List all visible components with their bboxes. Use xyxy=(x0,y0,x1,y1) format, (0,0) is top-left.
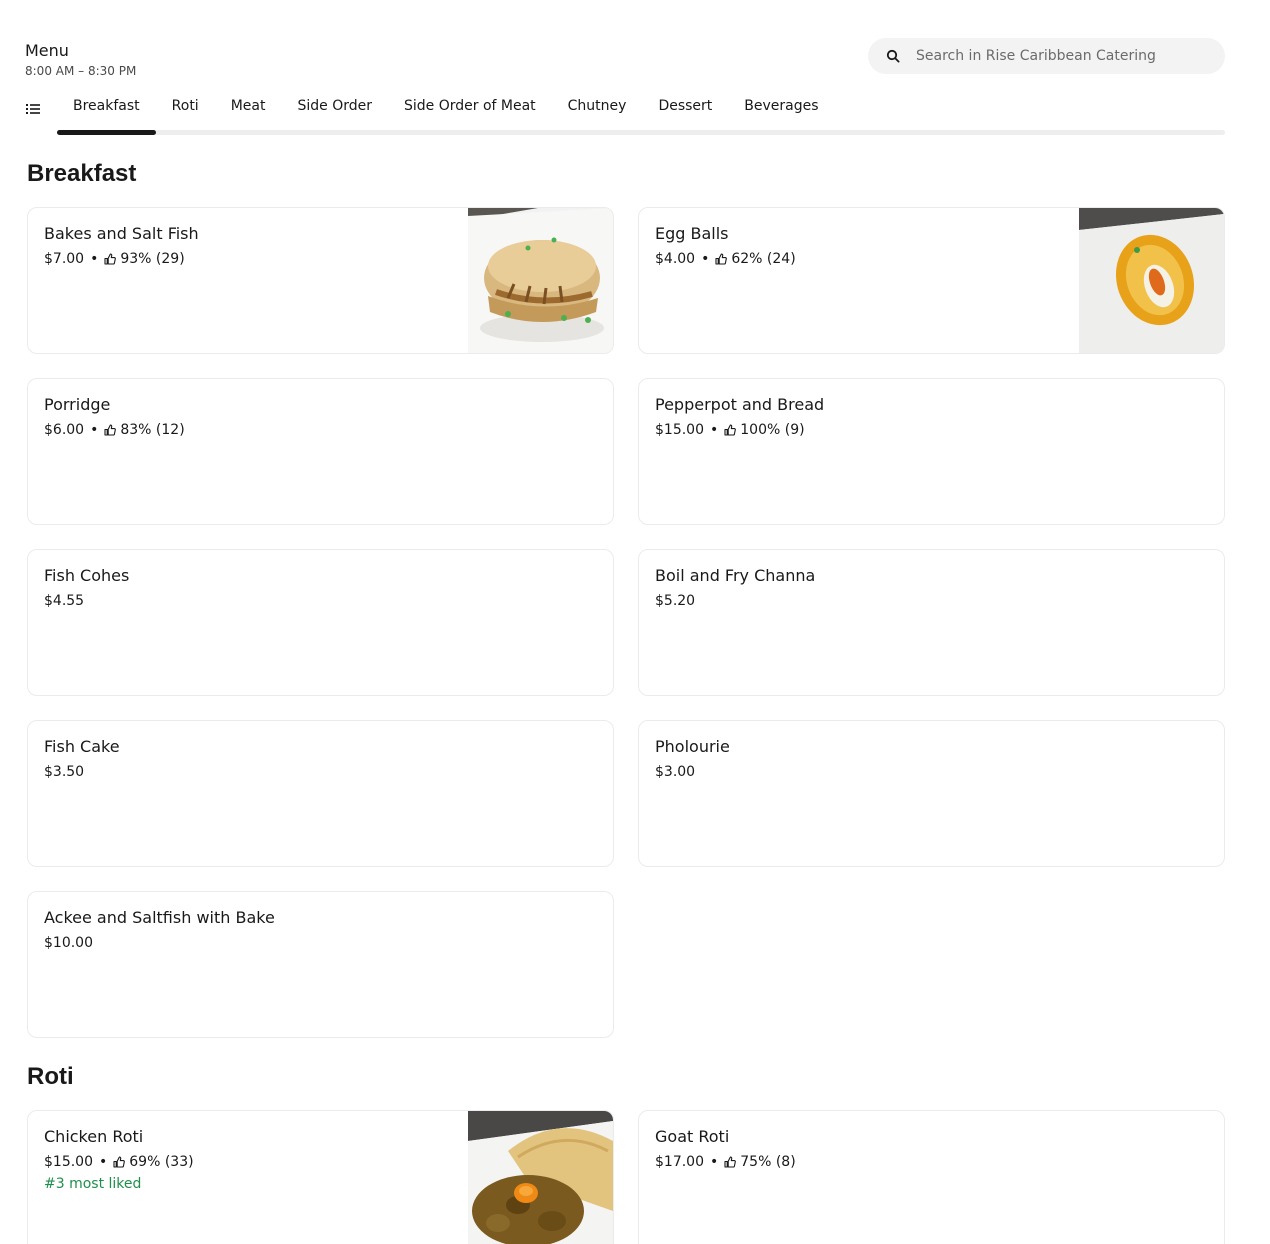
item-photo-egg-balls xyxy=(1079,208,1224,353)
search-bar[interactable] xyxy=(868,38,1225,74)
menu-header: Menu 8:00 AM – 8:30 PM xyxy=(25,40,136,78)
tab-roti[interactable]: Roti xyxy=(156,90,215,135)
menu-item-card[interactable]: Goat Roti $17.00 • 75% (8) xyxy=(638,1110,1225,1244)
item-meta: $10.00 xyxy=(44,935,93,951)
tab-side-order[interactable]: Side Order xyxy=(281,90,388,135)
thumbs-up-icon xyxy=(724,1156,737,1168)
item-name: Pepperpot and Bread xyxy=(655,395,825,414)
item-meta: $7.00 • 93% (29) xyxy=(44,251,185,267)
menu-item-card[interactable]: Boil and Fry Channa $5.20 xyxy=(638,549,1225,696)
search-icon xyxy=(886,49,900,63)
meta-separator: • xyxy=(90,422,99,438)
item-name: Pholourie xyxy=(655,737,730,756)
tab-breakfast[interactable]: Breakfast xyxy=(57,90,156,135)
most-liked-badge: #3 most liked xyxy=(44,1176,142,1192)
item-price: $7.00 xyxy=(44,251,85,267)
item-price: $4.55 xyxy=(44,593,85,609)
item-rating: 100% (9) xyxy=(740,422,805,438)
item-meta: $17.00 • 75% (8) xyxy=(655,1154,796,1170)
item-price: $15.00 xyxy=(655,422,704,438)
item-meta: $4.55 xyxy=(44,593,84,609)
item-name: Porridge xyxy=(44,395,111,414)
item-name: Goat Roti xyxy=(655,1127,730,1146)
item-name: Bakes and Salt Fish xyxy=(44,224,199,243)
tab-dessert[interactable]: Dessert xyxy=(642,90,728,135)
item-name: Chicken Roti xyxy=(44,1127,144,1146)
item-name: Fish Cake xyxy=(44,737,120,756)
item-price: $17.00 xyxy=(655,1154,704,1170)
item-price: $3.00 xyxy=(655,764,696,780)
menu-hours: 8:00 AM – 8:30 PM xyxy=(25,64,137,78)
category-tabbar: Breakfast Roti Meat Side Order Side Orde… xyxy=(25,90,1225,135)
thumbs-up-icon xyxy=(715,253,728,265)
menu-item-card[interactable]: Bakes and Salt Fish $7.00 • 93% (29) xyxy=(27,207,614,354)
menu-item-card[interactable]: Fish Cohes $4.55 xyxy=(27,549,614,696)
category-tabs: Breakfast Roti Meat Side Order Side Orde… xyxy=(57,90,835,135)
item-price: $6.00 xyxy=(44,422,85,438)
item-price: $3.50 xyxy=(44,764,85,780)
item-name: Ackee and Saltfish with Bake xyxy=(44,908,275,927)
meta-separator: • xyxy=(99,1154,108,1170)
tab-meat[interactable]: Meat xyxy=(215,90,282,135)
menu-item-card[interactable]: Porridge $6.00 • 83% (12) xyxy=(27,378,614,525)
tab-side-order-of-meat[interactable]: Side Order of Meat xyxy=(388,90,552,135)
item-rating: 75% (8) xyxy=(740,1154,796,1170)
item-photo-chicken-roti xyxy=(468,1111,613,1244)
item-meta: $5.20 xyxy=(655,593,695,609)
item-meta: $3.00 xyxy=(655,764,695,780)
item-price: $4.00 xyxy=(655,251,696,267)
search-input[interactable] xyxy=(916,48,1206,64)
thumbs-up-icon xyxy=(104,253,117,265)
menu-item-card[interactable]: Pepperpot and Bread $15.00 • 100% (9) xyxy=(638,378,1225,525)
menu-item-card[interactable]: Egg Balls $4.00 • 62% (24) xyxy=(638,207,1225,354)
menu-item-card[interactable]: Chicken Roti $15.00 • 69% (33) #3 most l… xyxy=(27,1110,614,1244)
item-name: Boil and Fry Channa xyxy=(655,566,816,585)
item-meta: $15.00 • 69% (33) xyxy=(44,1154,194,1170)
tab-beverages[interactable]: Beverages xyxy=(728,90,834,135)
menu-item-card[interactable]: Fish Cake $3.50 xyxy=(27,720,614,867)
thumbs-up-icon xyxy=(113,1156,126,1168)
meta-separator: • xyxy=(710,422,719,438)
item-name: Egg Balls xyxy=(655,224,729,243)
item-rating: 69% (33) xyxy=(129,1154,194,1170)
thumbs-up-icon xyxy=(724,424,737,436)
meta-separator: • xyxy=(710,1154,719,1170)
section-title-roti: Roti xyxy=(27,1063,74,1090)
item-rating: 83% (12) xyxy=(120,422,185,438)
item-meta: $4.00 • 62% (24) xyxy=(655,251,796,267)
item-rating: 62% (24) xyxy=(731,251,796,267)
item-photo-bakes-and-salt-fish xyxy=(468,208,613,353)
item-meta: $6.00 • 83% (12) xyxy=(44,422,185,438)
meta-separator: • xyxy=(90,251,99,267)
menu-item-card[interactable]: Ackee and Saltfish with Bake $10.00 xyxy=(27,891,614,1038)
section-title-breakfast: Breakfast xyxy=(27,160,137,187)
list-icon[interactable] xyxy=(25,101,41,117)
item-meta: $15.00 • 100% (9) xyxy=(655,422,805,438)
item-price: $15.00 xyxy=(44,1154,93,1170)
thumbs-up-icon xyxy=(104,424,117,436)
item-rating: 93% (29) xyxy=(120,251,185,267)
meta-separator: • xyxy=(701,251,710,267)
item-meta: $3.50 xyxy=(44,764,84,780)
item-price: $5.20 xyxy=(655,593,696,609)
item-name: Fish Cohes xyxy=(44,566,130,585)
tab-chutney[interactable]: Chutney xyxy=(552,90,643,135)
item-price: $10.00 xyxy=(44,935,93,951)
menu-item-card[interactable]: Pholourie $3.00 xyxy=(638,720,1225,867)
menu-title: Menu xyxy=(25,41,69,60)
